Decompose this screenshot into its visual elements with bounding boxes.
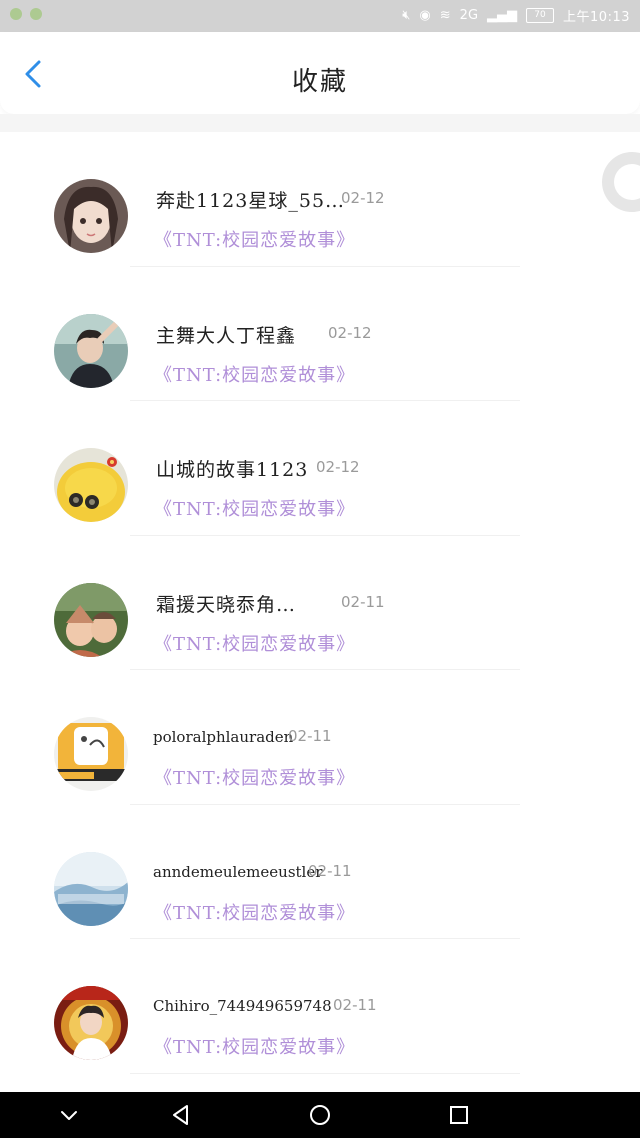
user-name[interactable]: 奔赴1123星球_55… bbox=[156, 186, 345, 213]
story-title[interactable]: 《TNT:校园恋爱故事》 bbox=[154, 630, 355, 656]
ring-icon bbox=[602, 152, 640, 212]
status-time: 上午10:13 bbox=[563, 10, 630, 25]
nav-hide-button[interactable] bbox=[56, 1102, 82, 1128]
mute-icon: 🔇︎ bbox=[402, 7, 411, 23]
nav-back-button[interactable] bbox=[168, 1102, 194, 1128]
user-name[interactable]: 山城的故事1123 bbox=[156, 455, 308, 482]
chevron-down-icon bbox=[61, 1111, 77, 1120]
avatar[interactable] bbox=[54, 313, 128, 388]
story-title[interactable]: 《TNT:校园恋爱故事》 bbox=[154, 764, 355, 790]
item-date: 02-12 bbox=[328, 323, 372, 342]
divider bbox=[130, 1072, 520, 1074]
user-name[interactable]: poloralphlauraden bbox=[153, 728, 293, 746]
eye-icon: ◉ bbox=[419, 7, 431, 23]
avatar[interactable] bbox=[54, 179, 128, 253]
item-date: 02-11 bbox=[341, 592, 385, 611]
status-bar: 🔇︎ ◉ ≋ 2G ▂▄▆ 70 上午10:13 bbox=[0, 0, 640, 32]
avatar[interactable] bbox=[54, 582, 128, 657]
list-item[interactable]: 霜援天晓忝角… 02-11 《TNT:校园恋爱故事》 bbox=[0, 535, 640, 670]
avatar[interactable] bbox=[54, 986, 128, 1060]
status-icons: 🔇︎ ◉ ≋ 2G ▂▄▆ 70 上午10:13 bbox=[402, 6, 630, 26]
list-item[interactable]: 山城的故事1123 02-12 《TNT:校园恋爱故事》 bbox=[0, 401, 640, 536]
story-title[interactable]: 《TNT:校园恋爱故事》 bbox=[154, 899, 355, 925]
back-triangle-icon bbox=[173, 1105, 188, 1125]
list-item[interactable]: anndemeulemeeustler 02-11 《TNT:校园恋爱故事》 bbox=[0, 804, 640, 939]
signal-icon: ▂▄▆ bbox=[487, 7, 518, 23]
notification-icon bbox=[30, 8, 42, 20]
user-name[interactable]: 主舞大人丁程鑫 bbox=[156, 321, 296, 348]
home-circle-icon bbox=[310, 1105, 330, 1125]
list-item[interactable]: 主舞大人丁程鑫 02-12 《TNT:校园恋爱故事》 bbox=[0, 266, 640, 401]
favorites-list: 奔赴1123星球_55… 02-12 《TNT:校园恋爱故事》 主舞大人丁程鑫 … bbox=[0, 132, 640, 1074]
wifi-icon: ≋ bbox=[439, 7, 451, 23]
item-date: 02-11 bbox=[333, 996, 377, 1014]
item-date: 02-11 bbox=[308, 861, 352, 880]
network-type: 2G bbox=[459, 7, 479, 23]
story-title[interactable]: 《TNT:校园恋爱故事》 bbox=[154, 361, 355, 387]
list-item[interactable]: 奔赴1123星球_55… 02-12 《TNT:校园恋爱故事》 bbox=[0, 132, 640, 267]
user-name[interactable]: 霜援天晓忝角… bbox=[156, 590, 296, 617]
story-title[interactable]: 《TNT:校园恋爱故事》 bbox=[154, 226, 355, 252]
section-divider bbox=[0, 114, 640, 132]
nav-home-button[interactable] bbox=[307, 1102, 333, 1128]
story-title[interactable]: 《TNT:校园恋爱故事》 bbox=[154, 495, 355, 521]
recents-square-icon bbox=[450, 1106, 468, 1124]
story-title[interactable]: 《TNT:校园恋爱故事》 bbox=[154, 1033, 355, 1059]
battery-icon: 70 bbox=[526, 8, 555, 23]
nav-header: 收藏 bbox=[0, 32, 640, 114]
item-date: 02-11 bbox=[288, 727, 332, 745]
avatar[interactable] bbox=[54, 717, 128, 791]
item-date: 02-12 bbox=[341, 189, 385, 207]
list-item[interactable]: Chihiro_744949659748 02-11 《TNT:校园恋爱故事》 bbox=[0, 939, 640, 1074]
user-name[interactable]: anndemeulemeeustler bbox=[153, 863, 322, 881]
page-title: 收藏 bbox=[291, 67, 348, 97]
avatar[interactable] bbox=[54, 448, 128, 522]
list-item[interactable]: poloralphlauraden 02-11 《TNT:校园恋爱故事》 bbox=[0, 670, 640, 805]
notification-icons bbox=[10, 8, 42, 20]
nav-recents-button[interactable] bbox=[446, 1102, 472, 1128]
floating-assistive-button[interactable] bbox=[596, 146, 640, 218]
notification-icon bbox=[10, 8, 22, 20]
user-name[interactable]: Chihiro_744949659748 bbox=[153, 997, 332, 1015]
avatar[interactable] bbox=[54, 851, 128, 926]
system-navigation-bar bbox=[0, 1092, 640, 1138]
item-date: 02-12 bbox=[316, 458, 360, 476]
